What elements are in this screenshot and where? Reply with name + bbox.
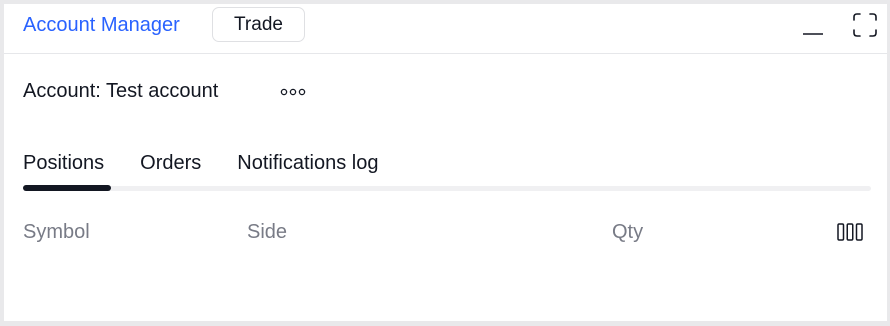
- minimize-button[interactable]: [799, 10, 827, 40]
- columns-settings-button[interactable]: [835, 220, 865, 244]
- account-label: Account: Test account: [23, 80, 219, 102]
- column-header-side[interactable]: Side: [247, 220, 287, 244]
- active-tab-indicator: [23, 185, 111, 191]
- columns-icon: [837, 223, 863, 241]
- account-manager-tab[interactable]: Account Manager: [23, 13, 180, 37]
- maximize-button[interactable]: [851, 10, 879, 40]
- more-horizontal-icon: [280, 88, 306, 96]
- minimize-icon: [803, 33, 823, 35]
- account-manager-panel: Account Manager Trade Account: Test acco…: [4, 4, 887, 321]
- tab-notifications-log[interactable]: Notifications log: [237, 151, 378, 175]
- column-header-symbol[interactable]: Symbol: [23, 220, 90, 244]
- tab-orders[interactable]: Orders: [140, 151, 201, 175]
- tab-bar: Positions Orders Notifications log: [23, 151, 378, 175]
- account-selector[interactable]: Account: Test account: [23, 79, 218, 103]
- tab-track: [23, 186, 871, 191]
- tab-positions[interactable]: Positions: [23, 151, 104, 175]
- column-header-qty[interactable]: Qty: [612, 220, 643, 244]
- account-more-button[interactable]: [278, 82, 308, 102]
- maximize-icon: [853, 13, 877, 37]
- trade-button[interactable]: Trade: [212, 7, 305, 42]
- panel-header: Account Manager Trade: [4, 4, 887, 54]
